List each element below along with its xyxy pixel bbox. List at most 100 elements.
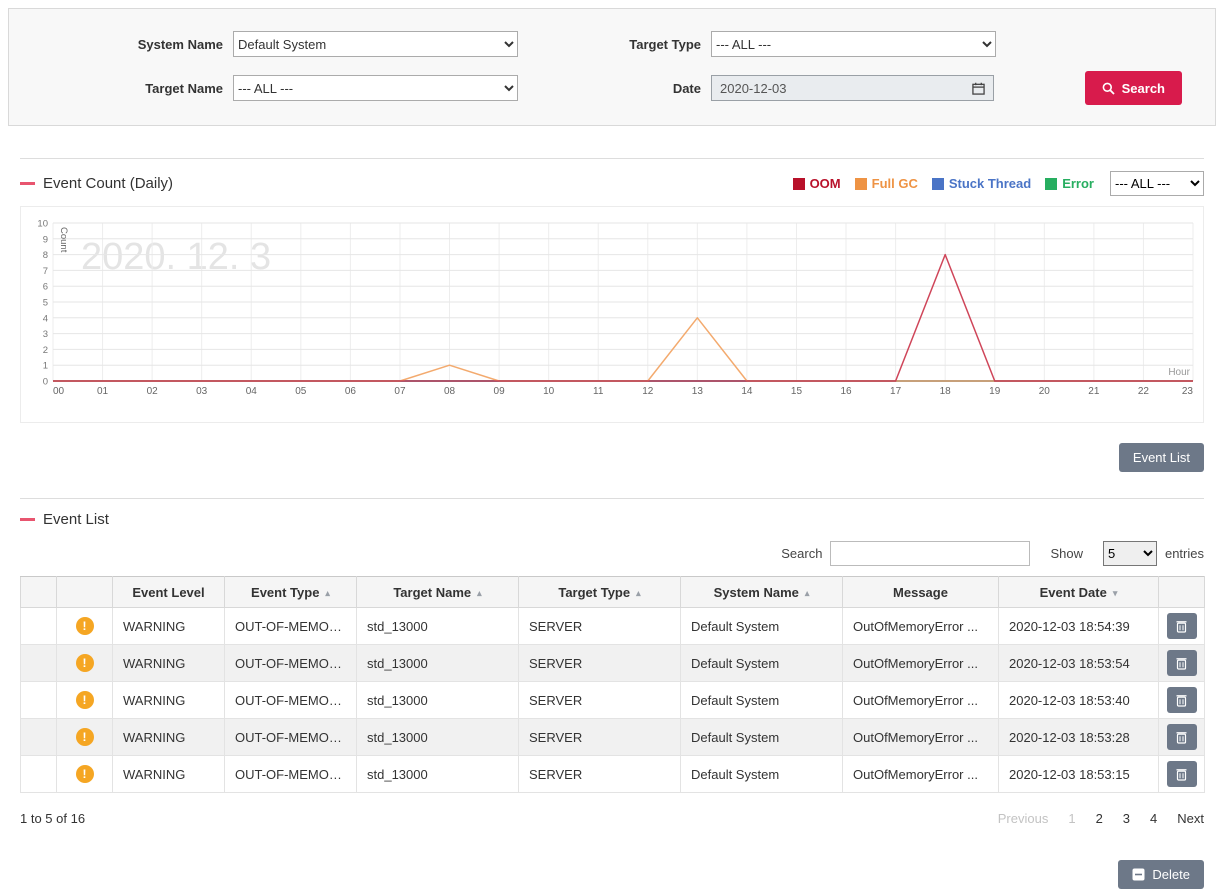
page-4[interactable]: 4 (1150, 811, 1157, 826)
event-count-header: Event Count (Daily) OOMFull GCStuck Thre… (20, 158, 1204, 196)
row-level-icon-cell: ! (57, 645, 113, 682)
filter-row-2: Target Name --- ALL --- Date 2020-12-03 … (9, 71, 1182, 105)
event-list-button[interactable]: Event List (1119, 443, 1204, 472)
row-spacer-cell (21, 756, 57, 793)
system-name-select[interactable]: Default System (233, 31, 518, 57)
warning-icon: ! (76, 617, 94, 635)
row-delete-button[interactable] (1167, 613, 1197, 639)
x-tick-label: 04 (246, 386, 258, 397)
legend-swatch (793, 178, 805, 190)
filter-row-1: System Name Default System Target Type -… (9, 31, 1182, 57)
x-tick-label: 00 (53, 386, 65, 397)
chart-event-filter-select[interactable]: --- ALL --- (1110, 171, 1204, 196)
sort-desc-icon: ▾ (1113, 588, 1118, 598)
cell-system-name: Default System (681, 756, 843, 793)
row-delete-button[interactable] (1167, 687, 1197, 713)
target-name-select[interactable]: --- ALL --- (233, 75, 518, 101)
page-1[interactable]: 1 (1068, 811, 1075, 826)
row-delete-button[interactable] (1167, 724, 1197, 750)
x-tick-label: 10 (543, 386, 555, 397)
cell-target-type: SERVER (519, 645, 681, 682)
column-header-event-type[interactable]: Event Type ▴ (225, 577, 357, 608)
event-list-button-row: Event List (20, 443, 1204, 472)
date-input[interactable]: 2020-12-03 (711, 75, 994, 101)
cell-event-date: 2020-12-03 18:53:54 (999, 645, 1159, 682)
event-search-input[interactable] (830, 541, 1030, 566)
table-controls: Search Show 5 entries (20, 541, 1204, 566)
x-tick-label: 13 (692, 386, 704, 397)
cell-system-name: Default System (681, 608, 843, 645)
page-next[interactable]: Next (1177, 811, 1204, 826)
event-row: !WARNINGOUT-OF-MEMORYstd_13000SERVERDefa… (21, 719, 1205, 756)
legend-label: Stuck Thread (949, 176, 1031, 191)
x-tick-label: 11 (593, 386, 604, 397)
cell-message: OutOfMemoryError ... (843, 645, 999, 682)
cell-target-type: SERVER (519, 608, 681, 645)
cell-event-type: OUT-OF-MEMORY (225, 719, 357, 756)
delete-button[interactable]: Delete (1118, 860, 1204, 889)
event-count-chart: 2020. 12. 300010203040506070809101112131… (25, 211, 1197, 417)
y-tick-label: 9 (43, 234, 48, 245)
event-count-title: Event Count (Daily) (43, 175, 173, 192)
page-3[interactable]: 3 (1123, 811, 1130, 826)
event-list-header: Event List (20, 498, 1204, 528)
row-delete-cell (1159, 608, 1205, 645)
trash-icon (1176, 657, 1187, 670)
warning-icon: ! (76, 691, 94, 709)
cell-target-name: std_13000 (357, 756, 519, 793)
x-tick-label: 14 (741, 386, 753, 397)
page-previous[interactable]: Previous (998, 811, 1049, 826)
row-delete-button[interactable] (1167, 761, 1197, 787)
cell-event-date: 2020-12-03 18:53:15 (999, 756, 1159, 793)
x-tick-label: 12 (642, 386, 654, 397)
target-type-select[interactable]: --- ALL --- (711, 31, 996, 57)
column-header-label: Target Type (558, 585, 630, 600)
sort-asc-icon: ▴ (325, 588, 330, 598)
date-label: Date (518, 81, 701, 96)
row-level-icon-cell: ! (57, 719, 113, 756)
search-button-label: Search (1122, 81, 1165, 96)
x-tick-label: 05 (295, 386, 307, 397)
row-delete-cell (1159, 756, 1205, 793)
legend-item-oom: OOM (793, 176, 841, 191)
y-tick-label: 8 (43, 250, 48, 261)
column-header-system-name[interactable]: System Name▴ (681, 577, 843, 608)
page-2[interactable]: 2 (1096, 811, 1103, 826)
cell-target-name: std_13000 (357, 682, 519, 719)
trash-icon (1176, 620, 1187, 633)
delete-button-label: Delete (1152, 867, 1190, 882)
legend-label: Error (1062, 176, 1094, 191)
column-header-target-name[interactable]: Target Name▴ (357, 577, 519, 608)
entries-label: entries (1165, 546, 1204, 561)
cell-target-type: SERVER (519, 719, 681, 756)
x-tick-label: 03 (196, 386, 208, 397)
row-delete-button[interactable] (1167, 650, 1197, 676)
date-value: 2020-12-03 (720, 81, 787, 96)
x-tick-label: 08 (444, 386, 456, 397)
cell-event-type: OUT-OF-MEMORY (225, 608, 357, 645)
column-header-target-type[interactable]: Target Type ▴ (519, 577, 681, 608)
event-table-header-row: Event LevelEvent Type▴Target Name▴Target… (21, 577, 1205, 608)
chart-legend: OOMFull GCStuck ThreadError (793, 176, 1094, 191)
row-level-icon-cell: ! (57, 682, 113, 719)
trash-icon (1176, 694, 1187, 707)
column-header-event-date[interactable]: Event Date▾ (999, 577, 1159, 608)
column-header-label: Target Name (393, 585, 471, 600)
search-button[interactable]: Search (1085, 71, 1182, 105)
x-tick-label: 15 (791, 386, 803, 397)
x-tick-label: 21 (1088, 386, 1100, 397)
row-level-icon-cell: ! (57, 756, 113, 793)
event-list-button-label: Event List (1133, 450, 1190, 465)
cell-message: OutOfMemoryError ... (843, 756, 999, 793)
x-tick-label: 23 (1182, 386, 1194, 397)
column-header-blank (1159, 577, 1205, 608)
show-entries-select[interactable]: 5 (1103, 541, 1157, 566)
column-header-label: Event Type (251, 585, 319, 600)
cell-system-name: Default System (681, 719, 843, 756)
event-list-section: Event List Search Show 5 entries Event L… (20, 498, 1204, 826)
x-tick-label: 02 (147, 386, 159, 397)
event-table: Event LevelEvent Type▴Target Name▴Target… (20, 576, 1205, 793)
calendar-icon[interactable] (972, 82, 985, 95)
y-tick-label: 3 (43, 329, 48, 340)
sort-asc-icon: ▴ (636, 588, 641, 598)
